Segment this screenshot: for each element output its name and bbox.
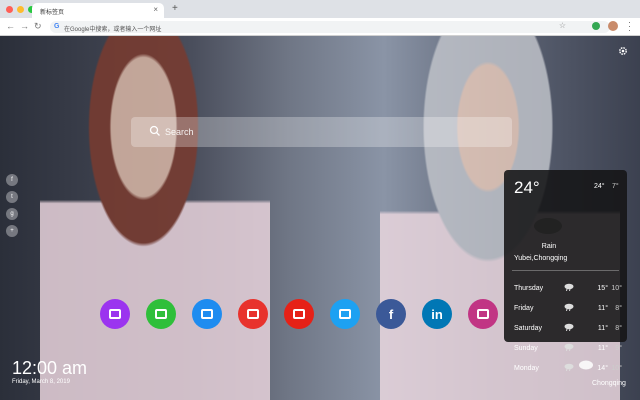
tab-title: 新标签页 xyxy=(40,10,65,16)
bottom-city: Chongqing xyxy=(592,380,626,387)
forecast-day: Sunday xyxy=(514,344,538,352)
rain-cloud-icon xyxy=(564,303,592,313)
today-low: 7° xyxy=(612,183,619,190)
rain-cloud-icon xyxy=(564,323,592,333)
new-tab-button[interactable]: + xyxy=(172,3,178,14)
rain-cloud-icon xyxy=(564,283,592,293)
back-icon[interactable]: ← xyxy=(6,21,15,31)
linkedin-icon: in xyxy=(431,306,443,322)
forecast-day: Thursday xyxy=(514,284,544,292)
share-icon[interactable]: + xyxy=(6,225,18,237)
shortcut-instagram[interactable] xyxy=(468,299,498,329)
forecast-high: 15° xyxy=(597,284,608,292)
tab-bar: 新标签页 × + xyxy=(0,0,640,18)
window-controls xyxy=(6,6,35,13)
minimize-window-button[interactable] xyxy=(17,6,24,13)
google-share-icon[interactable]: g xyxy=(6,208,18,220)
shortcut-checklist[interactable] xyxy=(146,299,176,329)
browser-menu-icon[interactable]: · · · xyxy=(628,18,631,35)
forecast-day: Monday xyxy=(514,364,539,372)
forecast-high: 14° xyxy=(597,364,608,372)
shortcut-image-editor[interactable] xyxy=(100,299,130,329)
address-bar-placeholder: 在Google中搜索，或者输入一个网址 xyxy=(64,27,162,33)
picture-icon xyxy=(109,309,121,319)
forecast-low: 10° xyxy=(611,284,622,292)
shortcut-twitter[interactable] xyxy=(330,299,360,329)
weather-city: Yubei,Chongqing xyxy=(514,255,568,262)
tab-new-tab[interactable]: 新标签页 × xyxy=(32,3,164,18)
forecast-row: Friday 11° 8° xyxy=(514,298,624,318)
forecast-low: 8° xyxy=(615,324,622,332)
profile-avatar[interactable] xyxy=(608,21,618,31)
browser-toolbar: ← → ↻ G 在Google中搜索，或者输入一个网址 ☆ · · · xyxy=(0,18,640,36)
forecast-row: Sunday 11° 9° xyxy=(514,338,624,358)
divider xyxy=(512,270,619,271)
reload-icon[interactable]: ↻ xyxy=(34,21,42,32)
current-temperature: 24° xyxy=(514,178,540,197)
search-box xyxy=(131,117,512,147)
search-input[interactable] xyxy=(165,117,495,147)
extension-icon[interactable] xyxy=(592,22,600,30)
bookmark-star-icon[interactable]: ☆ xyxy=(559,21,566,30)
twitter-icon xyxy=(339,309,351,319)
search-icon xyxy=(149,125,160,136)
forecast-day: Friday xyxy=(514,304,534,312)
shortcut-youtube[interactable] xyxy=(284,299,314,329)
today-high: 24° xyxy=(594,183,605,190)
forecast-high: 11° xyxy=(597,324,608,332)
weather-widget: 24° 24° 7° Rain Yubei,Chongqing Thursday… xyxy=(504,170,627,372)
shortcut-paint[interactable] xyxy=(238,299,268,329)
forecast-high: 11° xyxy=(597,304,608,312)
new-tab-page: f t g + f in 24° 24° 7° Rain Yubei,Chongq… xyxy=(0,36,640,400)
forecast-row: Monday 14° 10° xyxy=(514,358,624,378)
settings-gear-icon[interactable] xyxy=(618,46,628,56)
check-icon xyxy=(155,309,167,319)
forecast-high: 11° xyxy=(597,344,608,352)
forward-icon[interactable]: → xyxy=(20,21,29,31)
forecast-list: Thursday 15° 10° Friday 11° 8° Saturday 11° 8° Su… xyxy=(514,278,624,378)
forecast-day: Saturday xyxy=(514,324,543,332)
twitter-share-icon[interactable]: t xyxy=(6,191,18,203)
youtube-icon xyxy=(293,309,305,319)
palette-icon xyxy=(247,309,259,319)
shortcut-bar: f in xyxy=(100,299,498,329)
forecast-row: Saturday 11° 8° xyxy=(514,318,624,338)
side-share-bar: f t g + xyxy=(6,174,18,237)
facebook-icon: f xyxy=(388,306,394,322)
google-icon: G xyxy=(54,23,60,30)
forecast-low: 8° xyxy=(615,304,622,312)
address-bar[interactable]: G 在Google中搜索，或者输入一个网址 ☆ xyxy=(50,21,610,33)
rain-cloud-icon xyxy=(564,343,592,353)
weather-condition: Rain xyxy=(541,243,557,250)
cloud-icon xyxy=(579,360,593,370)
forecast-row: Thursday 15° 10° xyxy=(514,278,624,298)
rain-cloud-icon xyxy=(534,218,562,234)
close-window-button[interactable] xyxy=(6,6,13,13)
background-photo-left xyxy=(40,36,270,400)
shortcut-facebook[interactable]: f xyxy=(376,299,406,329)
instagram-icon xyxy=(477,309,489,319)
shortcut-news[interactable] xyxy=(192,299,222,329)
shortcut-linkedin[interactable]: in xyxy=(422,299,452,329)
clock-date: Friday, March 8, 2019 xyxy=(12,379,70,385)
clock-time: 12:00 am xyxy=(12,358,88,378)
forecast-low: 10° xyxy=(611,364,622,372)
tab-close-icon[interactable]: × xyxy=(153,5,158,14)
facebook-share-icon[interactable]: f xyxy=(6,174,18,186)
newspaper-icon xyxy=(201,309,213,319)
forecast-low: 9° xyxy=(615,344,622,352)
